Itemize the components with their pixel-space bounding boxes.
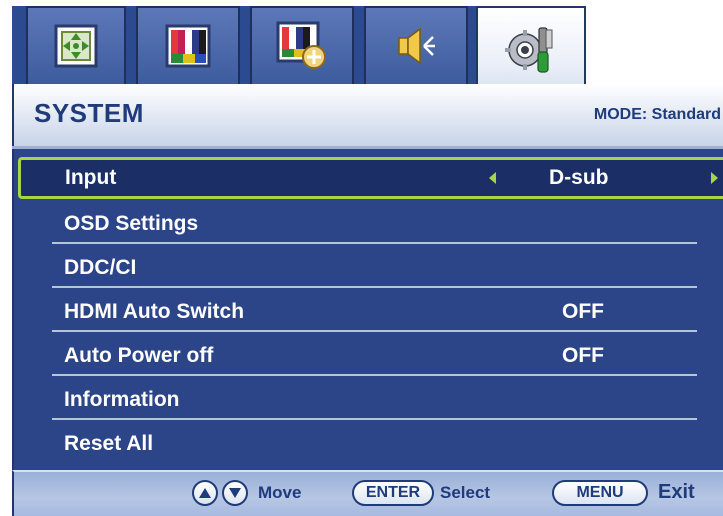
right-arrow-icon[interactable] [711, 172, 718, 184]
row-divider [52, 330, 697, 332]
menu-item-osd-settings[interactable]: OSD Settings [42, 204, 697, 244]
down-triangle-icon [229, 488, 241, 498]
row-divider [52, 418, 697, 420]
menu-item-label: DDC/CI [64, 256, 137, 279]
menu-item-label: Reset All [64, 432, 154, 455]
menu-item-auto-power-off[interactable]: Auto Power off OFF [42, 336, 697, 376]
menu-item-ddc-ci[interactable]: DDC/CI [42, 248, 697, 288]
row-divider [52, 286, 697, 288]
system-gear-tools-icon [505, 27, 553, 73]
tab-system[interactable] [476, 6, 586, 92]
move-hint: Move [258, 483, 302, 502]
tab-color[interactable] [136, 6, 240, 84]
picture-advanced-icon [276, 21, 326, 69]
menu-item-value: D-sub [549, 166, 609, 189]
tab-picture[interactable] [26, 6, 126, 84]
menu-header: SYSTEM MODE: Standard [12, 84, 723, 146]
menu-item-information[interactable]: Information [42, 380, 697, 420]
menu-item-label: Information [64, 388, 180, 411]
left-arrow-icon[interactable] [489, 172, 496, 184]
menu-item-label: HDMI Auto Switch [64, 300, 245, 323]
menu-item-label: Auto Power off [64, 344, 214, 367]
page-title: SYSTEM [34, 98, 144, 128]
tab-strip [0, 0, 723, 92]
menu-item-label: Input [65, 166, 117, 189]
select-hint: Select [440, 483, 491, 502]
enter-key-button[interactable]: ENTER [352, 480, 434, 506]
menu-item-label: OSD Settings [64, 212, 199, 235]
menu-item-value: OFF [562, 344, 604, 367]
picture-adjust-icon [54, 24, 98, 68]
color-bars-icon [165, 24, 211, 68]
key-hint-bar: Move ENTER Select MENU Exit [12, 470, 723, 516]
menu-item-reset-all[interactable]: Reset All [42, 424, 697, 464]
row-divider [52, 242, 697, 244]
exit-hint: Exit [658, 481, 695, 503]
tab-audio[interactable] [364, 6, 468, 84]
menu-item-hdmi-auto-switch[interactable]: HDMI Auto Switch OFF [42, 292, 697, 332]
menu-item-value: OFF [562, 300, 604, 323]
up-triangle-icon [199, 488, 211, 498]
row-divider [52, 374, 697, 376]
menu-key-button[interactable]: MENU [552, 480, 648, 506]
mode-indicator: MODE: Standard [593, 106, 721, 123]
down-key-button[interactable] [222, 480, 248, 506]
tab-strip-empty-area [586, 6, 723, 92]
up-key-button[interactable] [192, 480, 218, 506]
tab-picture-advanced[interactable] [250, 6, 354, 84]
audio-speaker-icon [398, 27, 435, 65]
menu-item-input[interactable]: Input D-sub [18, 157, 723, 199]
header-divider [12, 146, 723, 149]
